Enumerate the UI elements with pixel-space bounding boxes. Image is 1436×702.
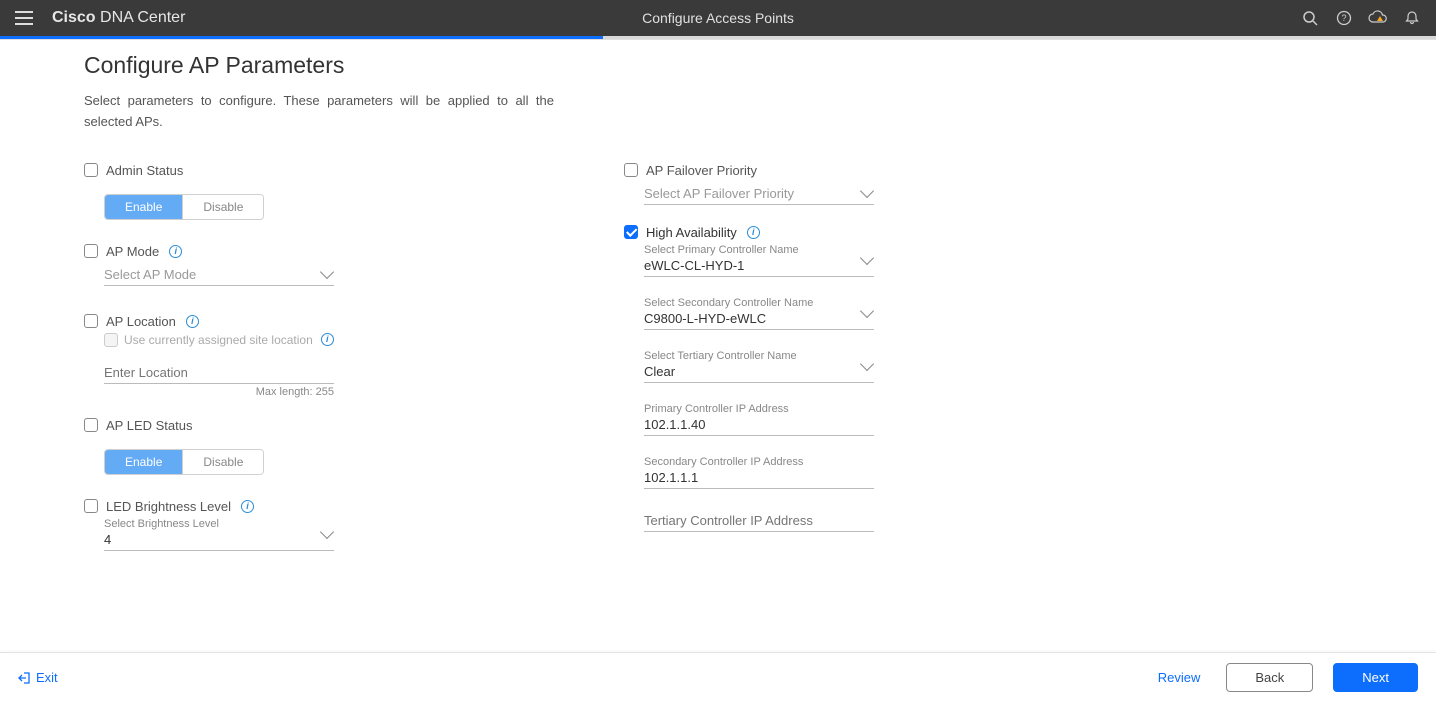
brand-bold: Cisco — [52, 9, 96, 26]
ha-label: High Availability — [646, 225, 737, 240]
search-icon[interactable] — [1300, 8, 1320, 28]
failover-select[interactable]: Select AP Failover Priority — [644, 182, 874, 205]
primary-controller-ip-input[interactable] — [644, 417, 852, 432]
admin-status-label: Admin Status — [106, 163, 183, 178]
help-icon[interactable]: ? — [1334, 8, 1354, 28]
secondary-controller-name-select[interactable]: Select Secondary Controller Name C9800-L… — [644, 297, 874, 330]
left-column: Admin Status Enable Disable AP Mode Sele… — [84, 155, 484, 555]
failover-label: AP Failover Priority — [646, 163, 757, 178]
primary-controller-ip-label: Primary Controller IP Address — [644, 403, 789, 415]
failover-checkbox[interactable] — [624, 163, 638, 177]
chevron-down-icon — [320, 265, 334, 279]
ap-location-label: AP Location — [106, 314, 176, 329]
info-icon[interactable] — [186, 315, 199, 328]
primary-controller-name-label: Select Primary Controller Name — [644, 244, 799, 256]
ap-led-toggle: Enable Disable — [104, 449, 264, 475]
secondary-controller-ip-input[interactable] — [644, 470, 852, 485]
secondary-controller-name-value: C9800-L-HYD-eWLC — [644, 311, 766, 326]
led-brightness-label: LED Brightness Level — [106, 499, 231, 514]
primary-controller-name-value: eWLC-CL-HYD-1 — [644, 258, 744, 273]
ap-mode-label: AP Mode — [106, 244, 159, 259]
header-icons: ? — [1300, 8, 1422, 28]
chevron-down-icon — [320, 525, 334, 539]
review-button[interactable]: Review — [1152, 669, 1207, 686]
right-column: AP Failover Priority Select AP Failover … — [624, 155, 984, 555]
ap-mode-select[interactable]: Select AP Mode — [104, 263, 334, 286]
info-icon[interactable] — [747, 226, 760, 239]
failover-placeholder: Select AP Failover Priority — [644, 186, 794, 201]
progress-fill — [0, 36, 603, 39]
admin-status-enable[interactable]: Enable — [105, 195, 182, 219]
tertiary-controller-name-select[interactable]: Select Tertiary Controller Name Clear — [644, 350, 874, 383]
ap-location-input[interactable] — [104, 365, 312, 380]
ap-location-checkbox[interactable] — [84, 314, 98, 328]
info-icon[interactable] — [169, 245, 182, 258]
tertiary-controller-name-value: Clear — [644, 364, 675, 379]
secondary-controller-name-label: Select Secondary Controller Name — [644, 297, 813, 309]
chevron-down-icon — [860, 304, 874, 318]
tertiary-controller-name-label: Select Tertiary Controller Name — [644, 350, 797, 362]
led-brightness-select[interactable]: Select Brightness Level 4 — [104, 518, 334, 551]
led-brightness-value: 4 — [104, 532, 111, 547]
ap-location-input-wrapper — [104, 361, 334, 384]
page-title: Configure AP Parameters — [84, 52, 1184, 79]
ap-led-enable[interactable]: Enable — [105, 450, 182, 474]
use-current-location-checkbox[interactable] — [104, 333, 118, 347]
use-current-location-label: Use currently assigned site location — [124, 333, 313, 347]
page-subtitle: Select parameters to configure. These pa… — [84, 91, 554, 133]
led-brightness-checkbox[interactable] — [84, 499, 98, 513]
admin-status-disable[interactable]: Disable — [182, 195, 263, 219]
back-button[interactable]: Back — [1226, 663, 1313, 692]
secondary-controller-ip-label: Secondary Controller IP Address — [644, 456, 803, 468]
ap-led-disable[interactable]: Disable — [182, 450, 263, 474]
brand: Cisco DNA Center — [52, 9, 185, 27]
chevron-down-icon — [860, 184, 874, 198]
top-bar: Cisco DNA Center Configure Access Points… — [0, 0, 1436, 36]
chevron-down-icon — [860, 357, 874, 371]
secondary-controller-ip-field: Secondary Controller IP Address — [644, 456, 874, 489]
primary-controller-name-select[interactable]: Select Primary Controller Name eWLC-CL-H… — [644, 244, 874, 277]
next-button[interactable]: Next — [1333, 663, 1418, 692]
admin-status-toggle: Enable Disable — [104, 194, 264, 220]
ha-checkbox[interactable] — [624, 225, 638, 239]
ap-mode-placeholder: Select AP Mode — [104, 267, 196, 282]
exit-label: Exit — [36, 670, 58, 685]
primary-controller-ip-field: Primary Controller IP Address — [644, 403, 874, 436]
ap-mode-checkbox[interactable] — [84, 244, 98, 258]
cloud-alert-icon[interactable] — [1368, 8, 1388, 28]
info-icon[interactable] — [321, 333, 334, 346]
ap-led-label: AP LED Status — [106, 418, 192, 433]
ap-location-hint: Max length: 255 — [104, 386, 334, 398]
info-icon[interactable] — [241, 500, 254, 513]
wizard-footer: Exit Review Back Next — [0, 652, 1436, 702]
svg-text:?: ? — [1341, 13, 1346, 23]
tertiary-controller-ip-input[interactable] — [644, 513, 852, 528]
admin-status-checkbox[interactable] — [84, 163, 98, 177]
led-brightness-small-label: Select Brightness Level — [104, 518, 219, 530]
hamburger-icon[interactable] — [14, 8, 34, 28]
exit-link[interactable]: Exit — [18, 670, 58, 685]
tertiary-controller-ip-field — [644, 509, 874, 532]
ap-led-checkbox[interactable] — [84, 418, 98, 432]
chevron-down-icon — [860, 251, 874, 265]
brand-light: DNA Center — [100, 9, 185, 26]
bell-icon[interactable] — [1402, 8, 1422, 28]
page-header-title: Configure Access Points — [642, 10, 794, 26]
